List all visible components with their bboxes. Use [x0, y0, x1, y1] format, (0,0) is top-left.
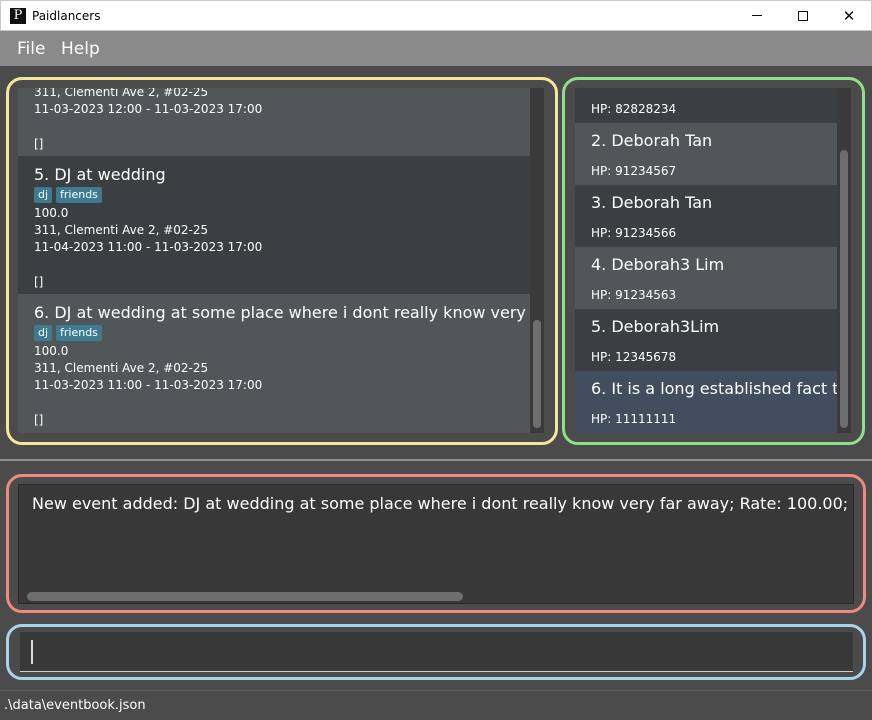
- result-message: New event added: DJ at wedding at some p…: [32, 494, 853, 513]
- window-title: Paidlancers: [32, 9, 101, 23]
- event-title: 5. DJ at wedding: [34, 165, 166, 184]
- person-phone: HP: 91234563: [591, 288, 677, 302]
- maximize-icon: [798, 10, 808, 21]
- minimize-icon: [752, 15, 762, 16]
- event-contacts: []: [34, 137, 44, 151]
- event-rate: 100.0: [34, 206, 69, 220]
- event-tag: dj: [34, 187, 53, 203]
- result-horizontal-scroll-thumb[interactable]: [27, 592, 463, 601]
- app-logo-icon: P: [10, 8, 26, 24]
- maximize-button[interactable]: [780, 1, 826, 31]
- person-card-selected[interactable]: 6. It is a long established fact t... HP…: [575, 371, 837, 433]
- event-address: 311, Clementi Ave 2, #02-25: [34, 88, 209, 99]
- event-rate: 100.0: [34, 344, 69, 358]
- person-phone: HP: 12345678: [591, 350, 677, 364]
- event-card[interactable]: 6. DJ at wedding at some place where i d…: [18, 294, 530, 433]
- person-name: 6. It is a long established fact t...: [591, 379, 837, 398]
- command-input[interactable]: [20, 632, 853, 672]
- person-card[interactable]: 3. Deborah Tan HP: 91234566: [575, 185, 837, 247]
- close-button[interactable]: ✕: [826, 1, 872, 31]
- menu-help[interactable]: Help: [61, 39, 100, 59]
- event-time: 11-03-2023 11:00 - 11-03-2023 17:00: [34, 378, 263, 392]
- minimize-button[interactable]: [734, 1, 780, 31]
- menu-bar: File Help: [0, 31, 872, 66]
- result-display[interactable]: New event added: DJ at wedding at some p…: [18, 484, 854, 604]
- status-bar: .\data\eventbook.json: [0, 690, 872, 720]
- title-bar: P Paidlancers ✕: [0, 0, 872, 31]
- text-caret: [31, 640, 33, 664]
- person-phone: HP: 91234567: [591, 164, 677, 178]
- event-tag: friends: [56, 325, 102, 341]
- event-tag: dj: [34, 325, 53, 341]
- person-name: 5. Deborah3Lim: [591, 317, 720, 336]
- event-time: 11-04-2023 11:00 - 11-03-2023 17:00: [34, 240, 263, 254]
- person-phone: HP: 82828234: [591, 102, 677, 116]
- event-time: 11-03-2023 12:00 - 11-03-2023 17:00: [34, 102, 263, 116]
- event-tag: friends: [56, 187, 102, 203]
- event-card[interactable]: 5. DJ at wedding dj friends 100.0 311, C…: [18, 156, 530, 294]
- person-phone: HP: 11111111: [591, 412, 677, 426]
- person-name: 3. Deborah Tan: [591, 193, 713, 212]
- person-name: 4. Deborah3 Lim: [591, 255, 725, 274]
- event-address: 311, Clementi Ave 2, #02-25: [34, 361, 209, 375]
- event-list[interactable]: 311, Clementi Ave 2, #02-25 11-03-2023 1…: [18, 88, 530, 433]
- event-address: 311, Clementi Ave 2, #02-25: [34, 223, 209, 237]
- event-list-scroll-thumb[interactable]: [533, 320, 541, 428]
- event-title: 6. DJ at wedding at some place where i d…: [34, 303, 530, 322]
- event-contacts: []: [34, 413, 44, 427]
- person-list[interactable]: HP: 82828234 2. Deborah Tan HP: 91234567…: [575, 88, 837, 433]
- event-contacts: []: [34, 275, 44, 289]
- person-list-scrollbar[interactable]: [837, 88, 851, 433]
- person-card[interactable]: 5. Deborah3Lim HP: 12345678: [575, 309, 837, 371]
- person-name: 2. Deborah Tan: [591, 131, 713, 150]
- event-card-partial[interactable]: 311, Clementi Ave 2, #02-25 11-03-2023 1…: [18, 88, 530, 156]
- person-card[interactable]: 2. Deborah Tan HP: 91234567: [575, 123, 837, 185]
- person-phone: HP: 91234566: [591, 226, 677, 240]
- event-list-scrollbar[interactable]: [530, 88, 544, 433]
- person-card[interactable]: 4. Deborah3 Lim HP: 91234563: [575, 247, 837, 309]
- save-location: .\data\eventbook.json: [4, 698, 146, 713]
- person-card-partial[interactable]: HP: 82828234: [575, 88, 837, 123]
- close-icon: ✕: [842, 7, 856, 25]
- person-list-scroll-thumb[interactable]: [840, 150, 848, 428]
- menu-file[interactable]: File: [17, 39, 45, 59]
